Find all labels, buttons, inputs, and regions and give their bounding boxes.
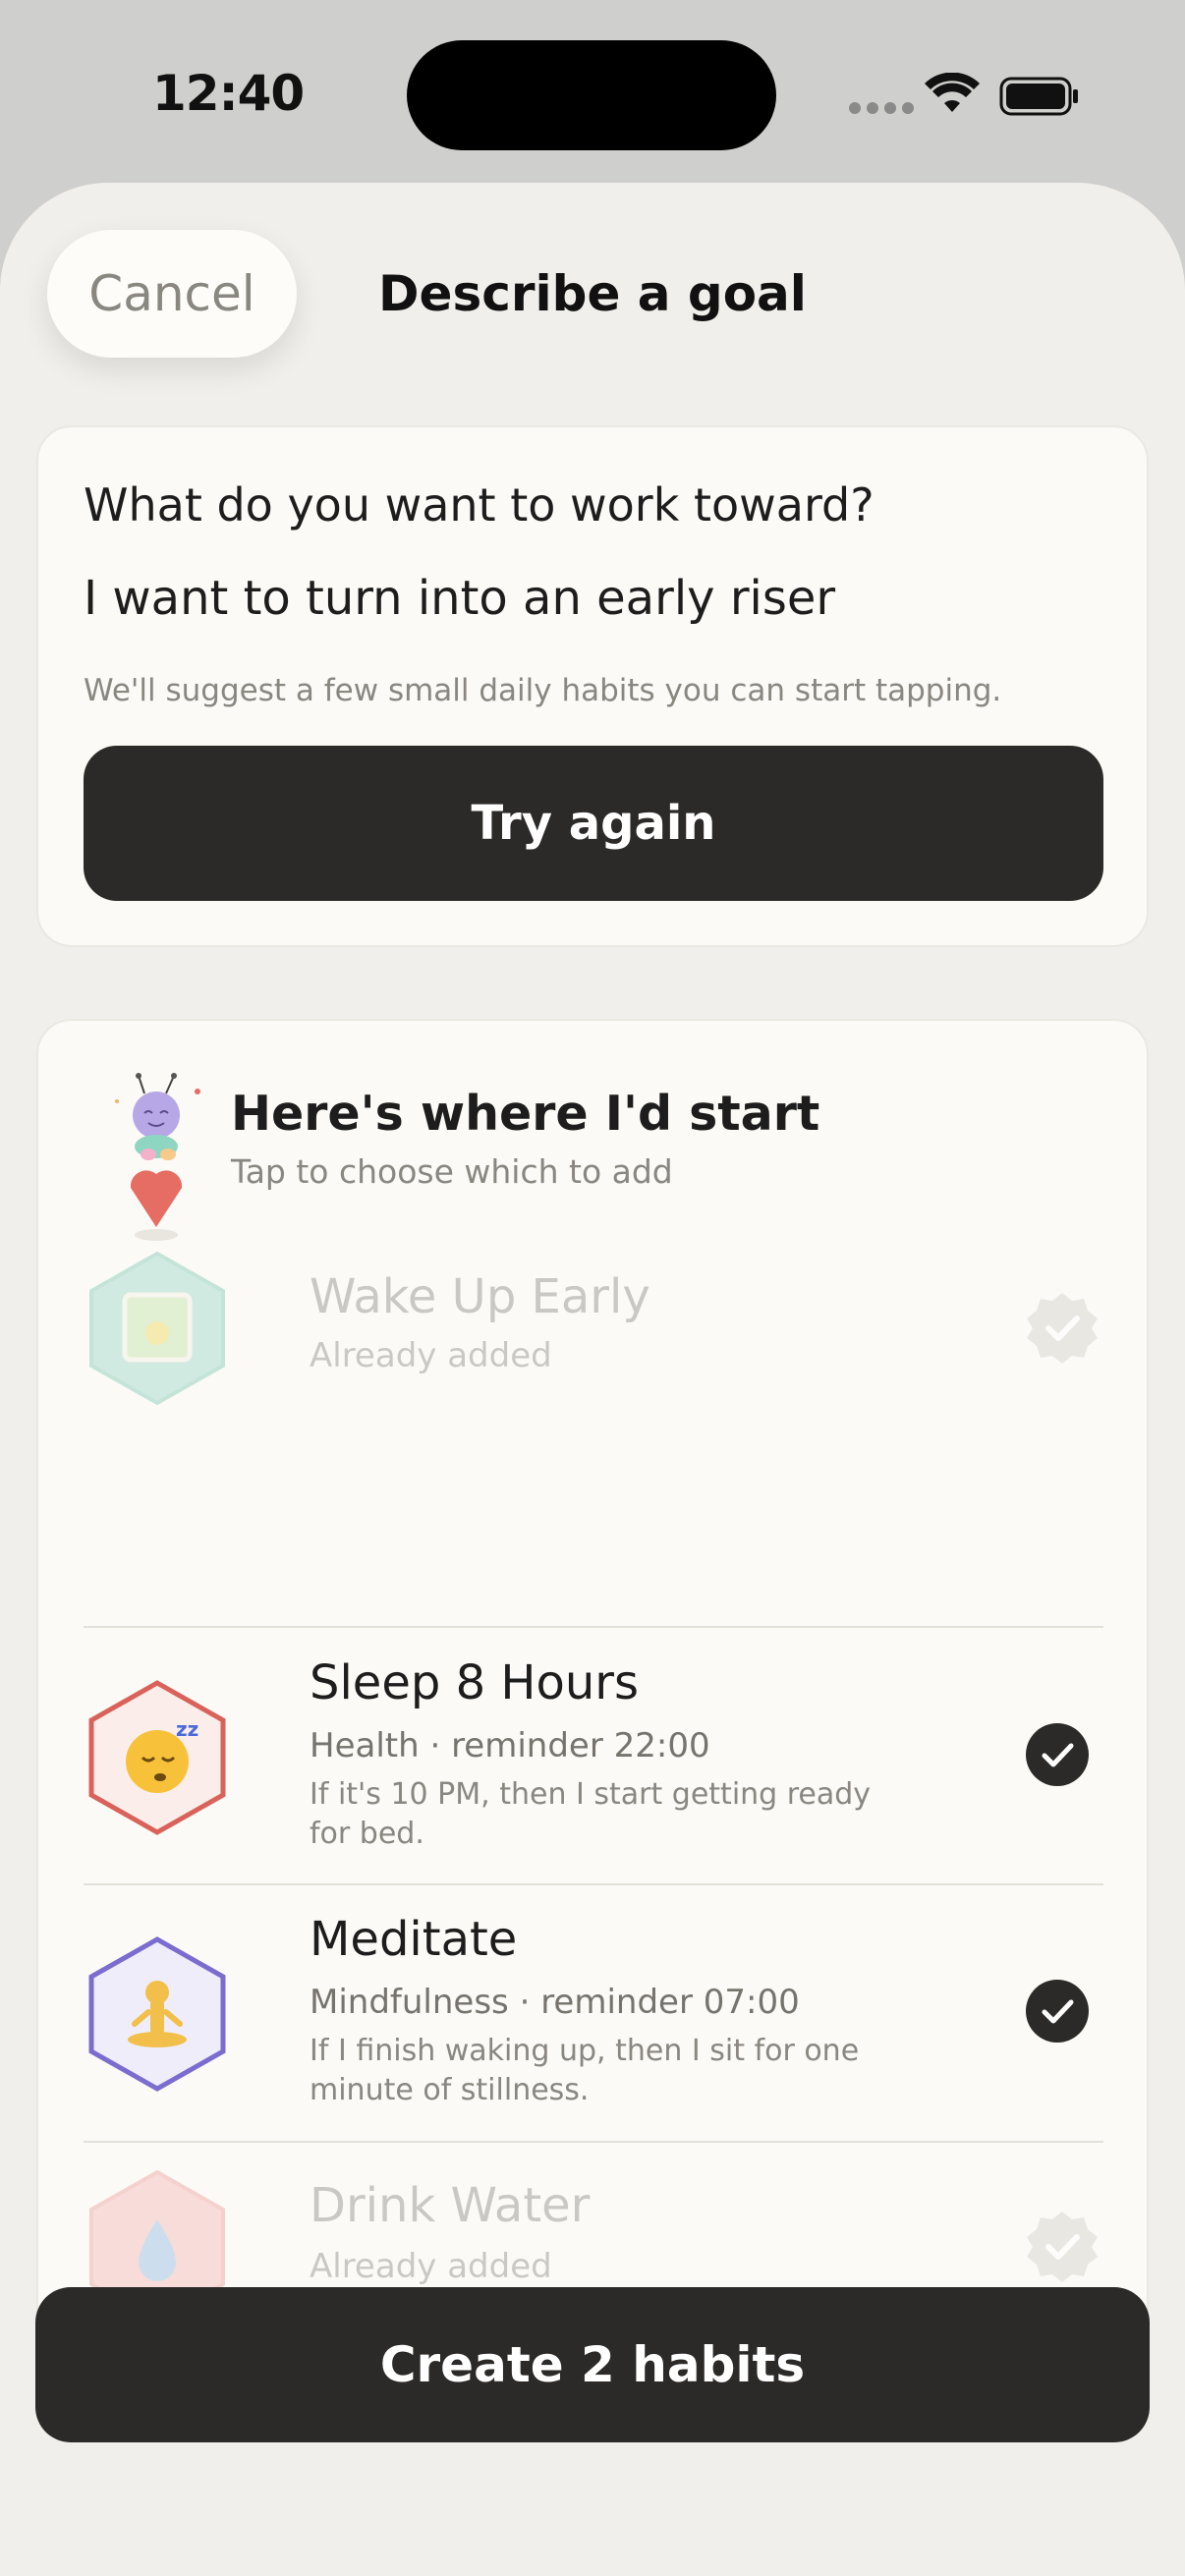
divider [84,1626,1103,1628]
habit-row-sleep-8-hours[interactable]: zz Sleep 8 Hours Health · reminder 22:00… [84,1642,1103,1877]
habit-name: Drink Water [310,2178,591,2233]
sleeping-face-icon: zz [88,1680,226,1835]
create-habits-button[interactable]: Create 2 habits [35,2287,1150,2442]
status-time: 12:40 [152,65,305,122]
battery-icon [999,77,1078,116]
already-added-badge-icon [1027,1293,1098,1364]
already-added-badge-icon [1027,2212,1098,2282]
cellular-signal-icon [849,102,914,114]
page-title: Describe a goal [378,265,807,322]
cancel-button[interactable]: Cancel [47,230,297,358]
checkmark-selected-icon[interactable] [1025,1722,1090,1787]
sunrise-icon [89,1251,225,1406]
goal-sheet: Cancel Describe a goal What do you want … [0,183,1185,2576]
habit-description: If I finish waking up, then I sit for on… [310,2034,860,2107]
svg-text:zz: zz [176,1717,198,1741]
habit-row-meditate[interactable]: Meditate Mindfulness · reminder 07:00 If… [84,1898,1103,2134]
habit-name: Wake Up Early [310,1269,650,1324]
divider [84,1883,1103,1885]
suggestions-title: Here's where I'd start [231,1086,820,1142]
dynamic-island [407,40,776,150]
habit-meta: Health · reminder 22:00 [310,1726,710,1765]
habit-row-wake-up-early[interactable]: Wake Up Early Already added [84,1250,1103,1417]
try-again-button[interactable]: Try again [84,746,1103,901]
suggestions-subtitle: Tap to choose which to add [231,1152,673,1191]
habit-status: Already added [310,2247,552,2286]
divider [84,2141,1103,2143]
goal-hint-text: We'll suggest a few small daily habits y… [84,673,1002,708]
suggestions-card: Here's where I'd start Tap to choose whi… [36,1019,1149,2382]
goal-input-card: What do you want to work toward? We'll s… [36,425,1149,947]
status-bar: 12:40 [0,0,1185,187]
habit-name: Sleep 8 Hours [310,1655,640,1710]
goal-text-field[interactable] [84,571,1066,626]
habit-name: Meditate [310,1912,518,1967]
meditation-icon [88,1936,226,2092]
habit-description: If it's 10 PM, then I start getting read… [310,1777,872,1851]
habit-meta: Mindfulness · reminder 07:00 [310,1983,800,2022]
goal-question-label: What do you want to work toward? [84,478,875,532]
wifi-icon [925,73,980,112]
habit-status: Already added [310,1336,552,1375]
checkmark-selected-icon[interactable] [1025,1979,1090,2044]
mascot-icon [115,1073,200,1241]
